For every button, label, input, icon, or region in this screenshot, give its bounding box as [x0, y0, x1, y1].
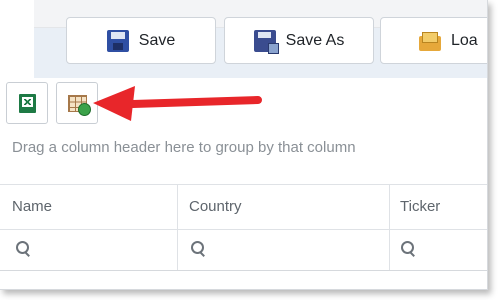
grid-settings-button[interactable] — [56, 82, 98, 124]
load-label: Loa — [451, 31, 478, 49]
column-header-name[interactable]: Name — [12, 198, 52, 215]
save-as-button[interactable]: Save As — [224, 17, 374, 64]
filter-row-border — [0, 229, 487, 230]
column-header-ticker[interactable]: Ticker — [400, 198, 440, 215]
excel-export-icon — [19, 94, 36, 113]
excel-export-button[interactable] — [6, 82, 48, 124]
column-separator[interactable] — [177, 184, 178, 270]
toolbar-left-strip — [0, 0, 34, 78]
search-icon[interactable] — [400, 240, 416, 256]
red-arrow-annotation — [93, 86, 262, 121]
group-by-hint: Drag a column header here to group by th… — [12, 139, 356, 156]
search-icon[interactable] — [190, 240, 206, 256]
folder-open-icon — [419, 30, 441, 52]
save-as-label: Save As — [285, 31, 345, 49]
save-label: Save — [138, 31, 176, 49]
search-icon[interactable] — [15, 240, 31, 256]
grid-bottom-border — [0, 270, 487, 271]
save-icon — [106, 29, 129, 52]
grid-settings-icon — [68, 95, 91, 116]
load-button[interactable]: Loa — [380, 17, 487, 64]
column-separator[interactable] — [389, 184, 390, 270]
toolbar: Save Save As Loa — [0, 0, 487, 78]
column-header-country[interactable]: Country — [189, 198, 242, 215]
grid-window: Save Save As Loa Drag a column header he… — [0, 0, 488, 290]
save-as-icon — [253, 29, 279, 54]
save-button[interactable]: Save — [66, 17, 216, 64]
header-top-border — [0, 184, 487, 185]
